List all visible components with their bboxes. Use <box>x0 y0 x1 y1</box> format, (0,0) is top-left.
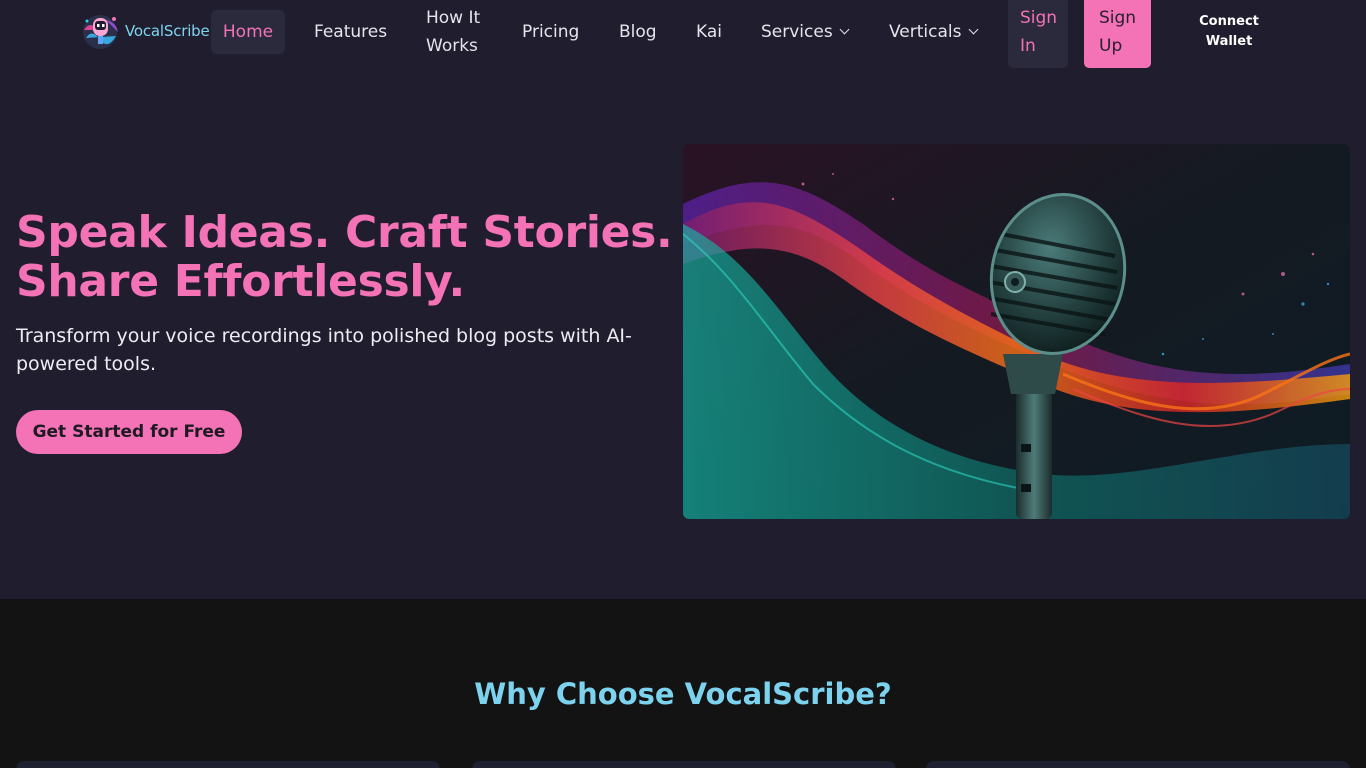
nav-kai[interactable]: Kai <box>696 18 722 46</box>
sign-in-button[interactable]: Sign In <box>1008 0 1068 68</box>
nav-how-it-works[interactable]: How It Works <box>426 4 480 60</box>
hero-title-line2: Share Effortlessly. <box>16 256 465 307</box>
hero-title-line1: Speak Ideas. Craft Stories. <box>16 207 673 258</box>
sign-in-line1: Sign <box>1020 8 1058 28</box>
why-section: Why Choose VocalScribe? <box>0 599 1366 768</box>
nav-blog[interactable]: Blog <box>619 18 657 46</box>
chevron-down-icon <box>968 24 978 35</box>
connect-wallet-line2: Wallet <box>1205 34 1253 49</box>
nav-services-label: Services <box>761 22 833 42</box>
sign-up-line2: Up <box>1099 36 1123 56</box>
nav-verticals-dropdown[interactable]: Verticals <box>889 18 978 46</box>
hero-title: Speak Ideas. Craft Stories. Share Effort… <box>16 208 676 306</box>
get-started-button[interactable]: Get Started for Free <box>16 410 242 454</box>
feature-card <box>472 761 896 768</box>
connect-wallet-line1: Connect <box>1199 14 1259 29</box>
nav-services-dropdown[interactable]: Services <box>761 18 850 46</box>
nav-features[interactable]: Features <box>314 18 387 46</box>
brand-logo[interactable]: VocalScribe <box>80 10 210 52</box>
connect-wallet-button[interactable]: Connect Wallet <box>1192 12 1266 52</box>
feature-card <box>926 761 1350 768</box>
hero-subtitle: Transform your voice recordings into pol… <box>16 325 632 375</box>
nav-how-it-works-line1: How It <box>426 8 481 28</box>
nav-verticals-label: Verticals <box>889 22 962 42</box>
sign-in-line2: In <box>1020 36 1036 56</box>
feature-card <box>16 761 440 768</box>
nav-home[interactable]: Home <box>211 10 285 54</box>
top-navbar: VocalScribe Home Features How It Works P… <box>0 0 1366 72</box>
sign-up-button[interactable]: Sign Up <box>1084 0 1151 68</box>
hero-microphone-image <box>683 144 1350 519</box>
chevron-down-icon <box>839 24 850 35</box>
nav-how-it-works-line2: Works <box>426 36 478 56</box>
logo-mascot-icon <box>80 10 122 52</box>
brand-name: VocalScribe <box>125 22 210 40</box>
why-section-title: Why Choose VocalScribe? <box>474 677 892 711</box>
nav-pricing[interactable]: Pricing <box>522 18 579 46</box>
sign-up-line1: Sign <box>1099 8 1137 28</box>
